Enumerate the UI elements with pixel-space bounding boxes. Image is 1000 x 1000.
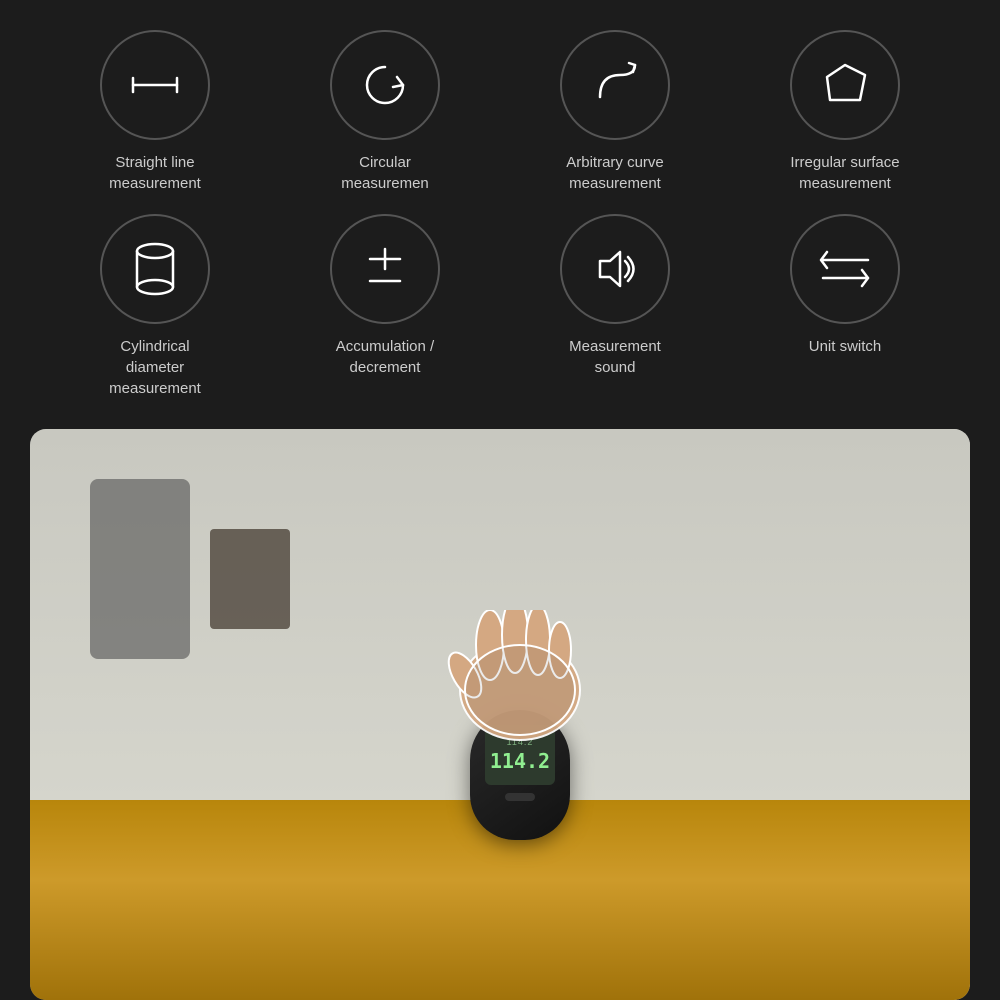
- feature-accumulation: Accumulation /decrement: [285, 214, 485, 378]
- feature-label-unit-switch: Unit switch: [809, 336, 882, 357]
- photo-section: 114.2 114.2: [30, 429, 970, 1000]
- speaker-icon: [585, 239, 645, 299]
- feature-arbitrary-curve: Arbitrary curvemeasurement: [515, 30, 715, 194]
- unit-switch-icon: [813, 242, 878, 297]
- product-scene: 114.2 114.2: [30, 429, 970, 1000]
- ruler-icon: [125, 65, 185, 105]
- device-wrapper: 114.2 114.2: [470, 710, 570, 840]
- page-container: Straight linemeasurement Circularmeasure…: [0, 0, 1000, 1000]
- background-box: [210, 529, 290, 629]
- feature-straight-line: Straight linemeasurement: [55, 30, 255, 194]
- feature-label-accumulation: Accumulation /decrement: [336, 336, 434, 378]
- feature-circular: Circularmeasuremen: [285, 30, 485, 194]
- feature-circle-measurement-sound: [560, 214, 670, 324]
- curve-arrow-icon: [585, 55, 645, 115]
- feature-circle-arbitrary-curve: [560, 30, 670, 140]
- device-button: [505, 793, 535, 801]
- feature-label-arbitrary-curve: Arbitrary curvemeasurement: [566, 152, 664, 194]
- feature-circle-circular: [330, 30, 440, 140]
- feature-circle-unit-switch: [790, 214, 900, 324]
- feature-circle-straight-line: [100, 30, 210, 140]
- feature-label-measurement-sound: Measurementsound: [569, 336, 661, 378]
- feature-label-circular: Circularmeasuremen: [341, 152, 429, 194]
- feature-label-irregular-surface: Irregular surfacemeasurement: [790, 152, 899, 194]
- feature-cylindrical: Cylindricaldiametermeasurement: [55, 214, 255, 399]
- features-section: Straight linemeasurement Circularmeasure…: [0, 0, 1000, 419]
- feature-row-1: Straight linemeasurement Circularmeasure…: [40, 30, 960, 194]
- feature-row-2: Cylindricaldiametermeasurement Accumulat…: [40, 214, 960, 399]
- feature-label-straight-line: Straight linemeasurement: [109, 152, 201, 194]
- circular-arrow-icon: [355, 55, 415, 115]
- feature-circle-accumulation: [330, 214, 440, 324]
- hand-svg: [420, 610, 620, 770]
- plus-minus-icon: [355, 239, 415, 299]
- cylinder-icon: [128, 237, 183, 302]
- background-glass: [90, 479, 190, 659]
- feature-circle-irregular-surface: [790, 30, 900, 140]
- feature-label-cylindrical: Cylindricaldiametermeasurement: [109, 336, 201, 399]
- polygon-icon: [815, 55, 875, 115]
- feature-unit-switch: Unit switch: [745, 214, 945, 357]
- feature-circle-cylindrical: [100, 214, 210, 324]
- feature-irregular-surface: Irregular surfacemeasurement: [745, 30, 945, 194]
- feature-measurement-sound: Measurementsound: [515, 214, 715, 378]
